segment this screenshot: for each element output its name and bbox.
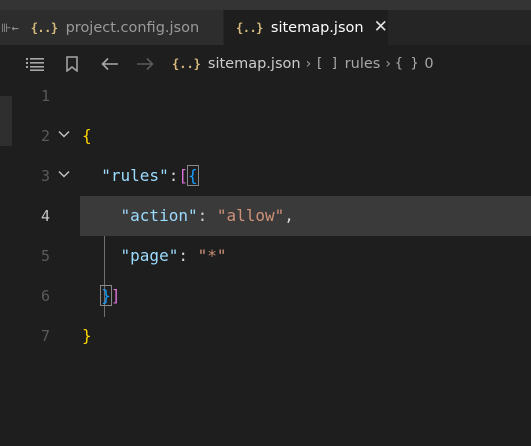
code-text: "rules":[{ (101, 165, 199, 186)
code-line: 1 (0, 76, 531, 116)
code-line: 6 }] (0, 276, 531, 316)
tab-sitemap[interactable]: {..} sitemap.json ✕ (224, 10, 388, 45)
line-number: 2 (40, 127, 50, 145)
json-file-icon: {..} (236, 20, 263, 35)
line-number: 6 (40, 287, 50, 305)
line-number: 7 (40, 327, 50, 345)
code-line: 2 { (0, 116, 531, 156)
line-number: 5 (40, 247, 50, 265)
tab-bar: ⊪← {..} project.config.json {..} sitemap… (0, 10, 531, 45)
breadcrumb-file[interactable]: sitemap.json (208, 56, 301, 72)
chevron-down-icon[interactable] (58, 168, 70, 180)
tab-label: project.config.json (65, 19, 200, 36)
line-number: 3 (40, 167, 50, 185)
object-symbol-icon: { } (394, 56, 419, 71)
code-text: "action": "allow", (120, 206, 294, 225)
window-top-strip (0, 0, 531, 10)
close-icon[interactable]: ✕ (374, 19, 388, 36)
tab-label: sitemap.json (270, 19, 364, 36)
array-symbol-icon: [ ] (315, 56, 339, 71)
json-file-icon: {..} (172, 56, 201, 71)
code-line-current: 4 "action": "allow", (0, 196, 531, 236)
chevron-right-icon: › (305, 55, 312, 72)
chevron-right-icon: › (385, 55, 391, 72)
code-line: 7 } (0, 316, 531, 356)
code-text: "page": "*" (120, 246, 227, 265)
chevron-down-icon[interactable] (58, 128, 70, 140)
code-text: }] (100, 285, 121, 306)
code-text: { (82, 126, 92, 145)
line-number: 4 (40, 207, 50, 225)
json-file-icon: {..} (30, 20, 58, 35)
code-line: 5 "page": "*" (0, 236, 531, 276)
code-line: 3 "rules":[{ (0, 156, 531, 196)
breadcrumb-index[interactable]: 0 (424, 56, 433, 72)
line-number: 1 (40, 87, 50, 105)
code-text: } (82, 326, 92, 345)
code-editor[interactable]: 1 2 { 3 "rules":[{ 4 "action": "allow", … (0, 82, 531, 446)
breadcrumb-rules[interactable]: rules (345, 56, 381, 72)
tab-project-config[interactable]: ⊪← {..} project.config.json (0, 10, 224, 45)
tab-overflow-icon[interactable]: ⊪← (1, 21, 19, 35)
